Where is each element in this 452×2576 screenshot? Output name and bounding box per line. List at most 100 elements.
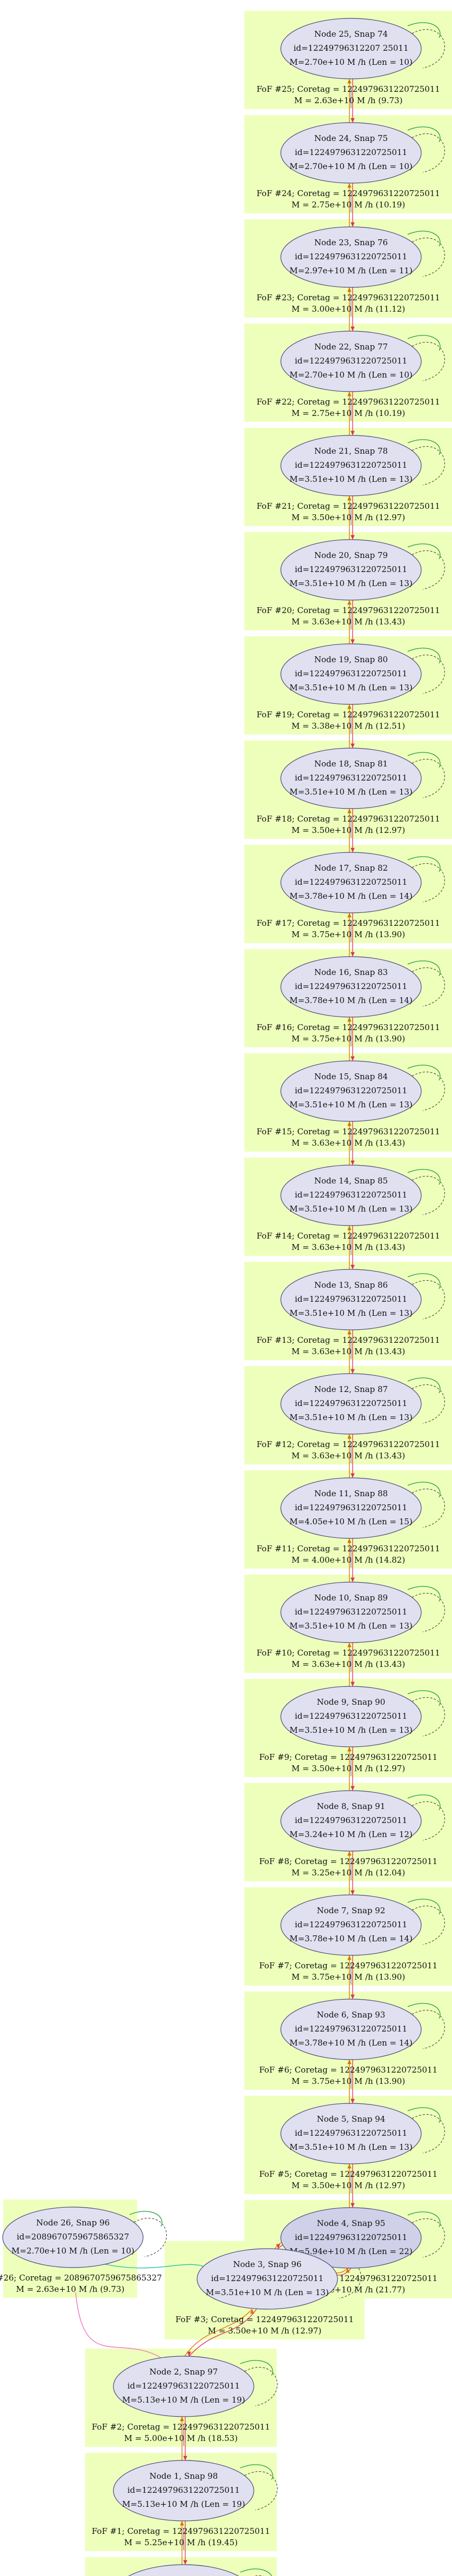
node-id: id=1224979631220725011: [295, 669, 407, 678]
fof-mass: M = 3.75e+10 M /h (13.90): [292, 930, 405, 939]
node-title: Node 18, Snap 81: [314, 759, 388, 769]
node-id: id=1224979631220725011: [295, 1815, 407, 1825]
node-3[interactable]: Node 3, Snap 96 id=1224979631220725011 M=3…: [197, 2248, 338, 2310]
node-id: id=1224979631220725011: [295, 1920, 407, 1929]
node-title: Node 22, Snap 77: [314, 342, 388, 352]
node-id: id=1224979631220725011: [295, 356, 407, 366]
fof-coretag: FoF #2; Coretag = 1224979631220725011: [92, 2422, 270, 2432]
node-17[interactable]: Node 17, Snap 82 id=1224979631220725011 M=…: [280, 852, 422, 913]
fof-coretag: FoF #9; Coretag = 1224979631220725011: [259, 1752, 437, 1762]
node-18[interactable]: Node 18, Snap 81 id=1224979631220725011 M=…: [280, 748, 422, 809]
node-10[interactable]: Node 10, Snap 89 id=1224979631220725011 M=…: [280, 1582, 422, 1643]
node-id: id=1224979631220725011: [295, 1190, 407, 1200]
fof-mass: M = 3.50e+10 M /h (12.97): [292, 1764, 405, 1773]
node-title: Node 20, Snap 79: [314, 550, 388, 560]
node-id: id=1224979631220725011: [127, 2485, 240, 2495]
fof-coretag: FoF #20; Coretag = 1224979631220725011: [257, 606, 440, 615]
fof-mass: M = 2.75e+10 M /h (10.19): [292, 408, 405, 418]
node-1[interactable]: Node 1, Snap 98 id=1224979631220725011 M=5…: [113, 2460, 254, 2521]
fof-mass: M = 3.38e+10 M /h (12.51): [292, 721, 405, 731]
fof-mass: M = 4.00e+10 M /h (14.82): [292, 1555, 405, 1565]
fof-coretag: FoF #24; Coretag = 1224979631220725011: [257, 189, 440, 198]
node-title: Node 24, Snap 75: [314, 133, 388, 143]
node-title: Node 26, Snap 96: [36, 2218, 110, 2228]
node-id: id=1224979631220725011: [295, 981, 407, 991]
node-20[interactable]: Node 20, Snap 79 id=1224979631220725011 M=…: [280, 539, 422, 601]
node-5[interactable]: Node 5, Snap 94 id=1224979631220725011 M=3…: [280, 2103, 422, 2164]
fof-coretag: FoF #18; Coretag = 1224979631220725011: [257, 814, 440, 824]
fof-mass: M = 3.50e+10 M /h (12.97): [292, 2181, 405, 2190]
fof-coretag: FoF #22; Coretag = 1224979631220725011: [257, 397, 440, 407]
node-title: Node 17, Snap 82: [314, 863, 388, 873]
node-id: id=1224979631220725011: [295, 460, 407, 470]
fof-mass: M = 3.63e+10 M /h (13.43): [292, 617, 405, 627]
fof-coretag: FoF #26; Coretag = 2089670759675865327: [0, 2273, 162, 2283]
node-mass: M=5.13e+10 M /h (Len = 19): [122, 2395, 245, 2405]
fof-coretag: FoF #12; Coretag = 1224979631220725011: [257, 1440, 440, 1449]
fof-coretag: FoF #13; Coretag = 1224979631220725011: [257, 1335, 440, 1345]
fof-mass: M = 3.50e+10 M /h (12.97): [292, 825, 405, 835]
node-title: Node 8, Snap 91: [317, 1801, 386, 1811]
node-13[interactable]: Node 13, Snap 86 id=1224979631220725011 M=…: [280, 1269, 422, 1330]
node-mass: M=3.51e+10 M /h (Len = 13): [289, 474, 413, 484]
node-16[interactable]: Node 16, Snap 83 id=1224979631220725011 M=…: [280, 956, 422, 1018]
node-id: id=1224979631220725011: [295, 1398, 407, 1408]
fof-mass: M = 3.63e+10 M /h (13.43): [292, 1659, 405, 1669]
fof-coretag: FoF #21; Coretag = 1224979631220725011: [257, 501, 440, 511]
node-11[interactable]: Node 11, Snap 88 id=1224979631220725011 M=…: [280, 1477, 422, 1539]
node-mass: M=3.51e+10 M /h (Len = 13): [289, 1100, 413, 1109]
fof-coretag: FoF #7; Coretag = 1224979631220725011: [259, 1961, 437, 1970]
node-id: id=1224979631220725011: [295, 1711, 407, 1721]
node-title: Node 1, Snap 98: [150, 2471, 218, 2481]
fof-coretag: FoF #15; Coretag = 1224979631220725011: [257, 1127, 440, 1136]
node-mass: M=3.78e+10 M /h (Len = 14): [289, 1934, 413, 1943]
node-6[interactable]: Node 6, Snap 93 id=1224979631220725011 M=3…: [280, 1999, 422, 2060]
node-26[interactable]: Node 26, Snap 96 id=2089670759675865327 M=…: [2, 2207, 144, 2268]
fof-coretag: FoF #25; Coretag = 1224979631220725011: [257, 84, 440, 94]
node-id: id=1224979631220725011: [295, 252, 407, 261]
node-mass: M=3.78e+10 M /h (Len = 14): [289, 891, 413, 901]
fof-mass: M = 3.25e+10 M /h (12.04): [292, 1868, 405, 1878]
node-21[interactable]: Node 21, Snap 78 id=1224979631220725011 M=…: [280, 435, 422, 496]
node-mass: M=3.51e+10 M /h (Len = 13): [289, 1413, 413, 1422]
node-mass: M=4.05e+10 M /h (Len = 15): [289, 1517, 413, 1526]
fof-mass: M = 3.75e+10 M /h (13.90): [292, 2076, 405, 2086]
node-id: id=1224979631220725011: [295, 2232, 407, 2242]
node-id: id=1224979631220725011: [295, 564, 407, 574]
node-2[interactable]: Node 2, Snap 97 id=1224979631220725011 M=5…: [113, 2356, 254, 2417]
node-14[interactable]: Node 14, Snap 85 id=1224979631220725011 M=…: [280, 1165, 422, 1226]
node-title: Node 3, Snap 96: [233, 2259, 302, 2269]
node-mass: M=3.51e+10 M /h (Len = 13): [289, 1725, 413, 1735]
fof-mass: M = 3.63e+10 M /h (13.43): [292, 1242, 405, 1252]
node-title: Node 25, Snap 74: [314, 29, 388, 39]
node-9[interactable]: Node 9, Snap 90 id=1224979631220725011 M=3…: [280, 1686, 422, 1747]
node-id: id=2089670759675865327: [17, 2232, 129, 2242]
node-title: Node 11, Snap 88: [314, 1489, 388, 1498]
node-title: Node 15, Snap 84: [314, 1072, 388, 1081]
node-id: id=1224979631220725011: [295, 877, 407, 887]
node-title: Node 12, Snap 87: [314, 1384, 388, 1394]
fof-coretag: FoF #19; Coretag = 1224979631220725011: [257, 710, 440, 719]
node-mass: M=2.97e+10 M /h (Len = 11): [289, 266, 413, 275]
fof-coretag: FoF #6; Coretag = 1224979631220725011: [259, 2065, 437, 2075]
fof-mass: M = 5.00e+10 M /h (18.53): [124, 2433, 238, 2443]
node-title: Node 4, Snap 95: [317, 2218, 386, 2228]
merger-tree-graph: Node 25, Snap 74 id=12249796312207 25011 M…: [0, 11, 452, 2576]
node-id: id=1224979631220725011: [127, 2381, 240, 2391]
node-23[interactable]: Node 23, Snap 76 id=1224979631220725011 M=…: [280, 226, 422, 288]
node-title: Node 9, Snap 90: [317, 1697, 386, 1707]
fof-coretag: FoF #23; Coretag = 1224979631220725011: [257, 293, 440, 302]
fof-coretag: FoF #14; Coretag = 1224979631220725011: [257, 1231, 440, 1241]
node-22[interactable]: Node 22, Snap 77 id=1224979631220725011 M=…: [280, 331, 422, 392]
node-19[interactable]: Node 19, Snap 80 id=1224979631220725011 M=…: [280, 643, 422, 705]
node-id: id=1224979631220725011: [295, 2024, 407, 2034]
node-7[interactable]: Node 7, Snap 92 id=1224979631220725011 M=3…: [280, 1894, 422, 1956]
node-title: Node 19, Snap 80: [314, 655, 388, 664]
node-24[interactable]: Node 24, Snap 75 id=1224979631220725011 M=…: [280, 122, 422, 184]
node-8[interactable]: Node 8, Snap 91 id=1224979631220725011 M=3…: [280, 1790, 422, 1852]
node-25[interactable]: Node 25, Snap 74 id=12249796312207 25011 M…: [280, 18, 422, 79]
node-12[interactable]: Node 12, Snap 87 id=1224979631220725011 M=…: [280, 1373, 422, 1435]
node-title: Node 10, Snap 89: [314, 1593, 388, 1603]
fof-coretag: FoF #5; Coretag = 1224979631220725011: [259, 2169, 437, 2179]
node-15[interactable]: Node 15, Snap 84 id=1224979631220725011 M=…: [280, 1060, 422, 1122]
